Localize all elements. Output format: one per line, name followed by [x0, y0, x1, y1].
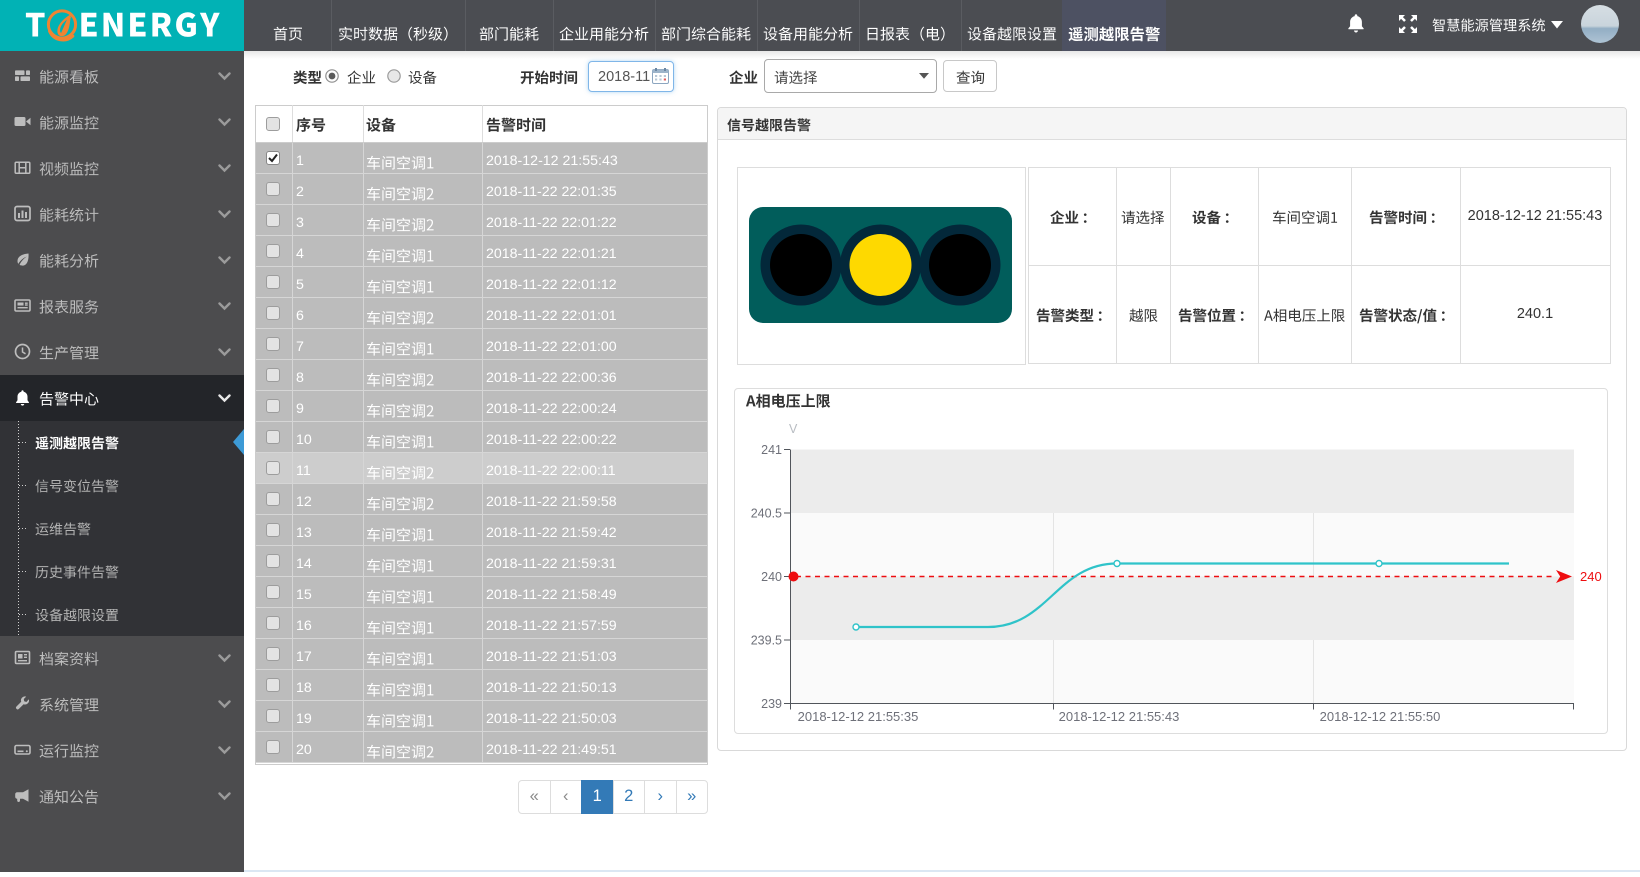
svg-text:239: 239	[761, 697, 782, 711]
svg-text:240: 240	[1580, 569, 1602, 584]
svg-text:240: 240	[761, 570, 782, 584]
svg-text:241: 241	[761, 443, 782, 457]
svg-text:2018-12-12 21:55:43: 2018-12-12 21:55:43	[1059, 709, 1180, 724]
svg-text:240.5: 240.5	[751, 507, 782, 521]
svg-text:239.5: 239.5	[751, 634, 782, 648]
svg-text:V: V	[789, 422, 798, 436]
svg-text:2018-12-12 21:55:50: 2018-12-12 21:55:50	[1320, 709, 1441, 724]
svg-text:2018-12-12 21:55:35: 2018-12-12 21:55:35	[798, 709, 919, 724]
